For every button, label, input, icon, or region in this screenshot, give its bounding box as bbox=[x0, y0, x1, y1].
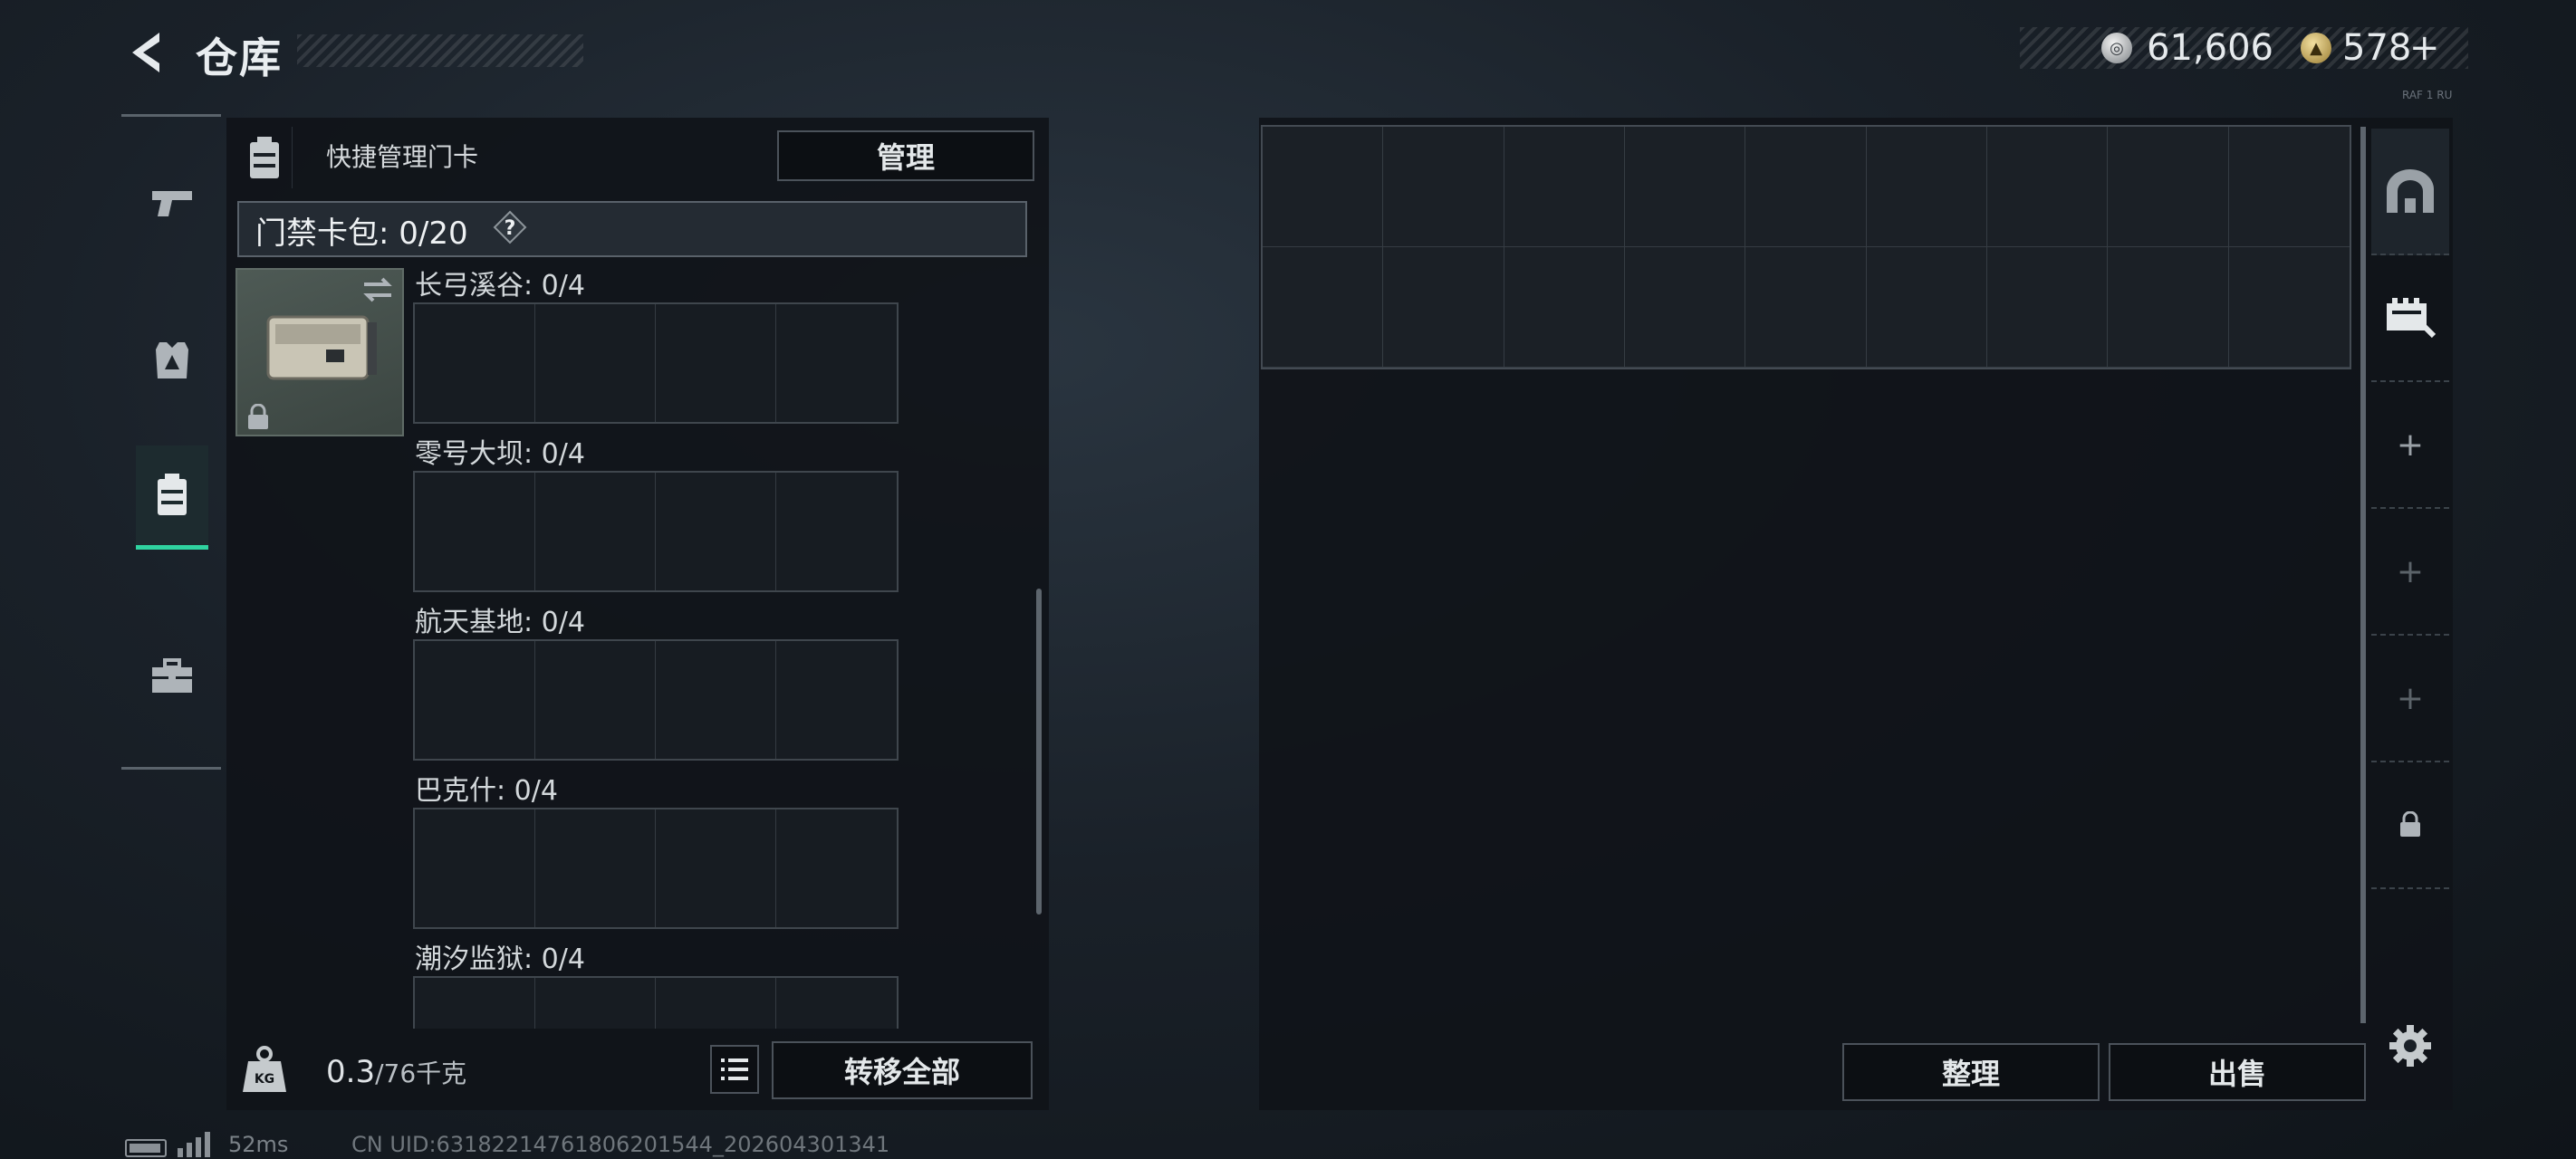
add-storage-tab-button[interactable]: + bbox=[2371, 509, 2449, 636]
swap-icon[interactable] bbox=[360, 273, 395, 306]
nav-item-keycards[interactable] bbox=[136, 445, 208, 550]
nav-item-weapons[interactable] bbox=[136, 154, 208, 254]
silver-coin-icon: ◎ bbox=[2101, 33, 2132, 63]
weight-readout: 0.3/76千克 bbox=[326, 1054, 466, 1090]
keycard-panel bbox=[226, 118, 1049, 1110]
sell-button[interactable]: 出售 bbox=[2109, 1043, 2366, 1101]
storage-tab-main[interactable] bbox=[2371, 129, 2449, 255]
gold-balance: 578 bbox=[2342, 27, 2412, 69]
lock-icon bbox=[2400, 811, 2420, 837]
list-view-button[interactable] bbox=[710, 1045, 759, 1094]
storage-grid[interactable] bbox=[1261, 125, 2351, 369]
pistol-icon bbox=[152, 191, 192, 216]
storage-expand-icon bbox=[2387, 298, 2437, 339]
keycard-slots[interactable] bbox=[413, 471, 899, 592]
help-label: ? bbox=[505, 217, 516, 240]
keycard-header-icon bbox=[237, 127, 293, 188]
tiny-label: RAF 1 RU bbox=[2402, 89, 2453, 101]
signal-icon bbox=[178, 1132, 210, 1157]
weight-icon-label: KG bbox=[255, 1072, 274, 1087]
storage-tab-expand[interactable] bbox=[2371, 255, 2449, 382]
title-decoration bbox=[297, 34, 583, 67]
help-icon[interactable]: ? bbox=[493, 210, 527, 244]
transfer-all-button[interactable]: 转移全部 bbox=[772, 1041, 1033, 1099]
keycard-slots[interactable] bbox=[413, 639, 899, 761]
nav-item-tools[interactable] bbox=[136, 627, 208, 726]
page-title: 仓库 bbox=[196, 34, 283, 82]
lock-icon[interactable] bbox=[246, 404, 270, 431]
storage-scrollbar[interactable] bbox=[2360, 127, 2366, 1023]
keycard-slots[interactable] bbox=[413, 976, 899, 1029]
section-label: 航天基地: 0/4 bbox=[415, 607, 585, 638]
quick-manage-label: 快捷管理门卡 bbox=[326, 142, 479, 172]
nav-item-armor[interactable] bbox=[136, 311, 208, 411]
keycard-slots[interactable] bbox=[413, 808, 899, 929]
sort-button[interactable]: 整理 bbox=[1842, 1043, 2100, 1101]
section-label: 巴克什: 0/4 bbox=[415, 775, 558, 807]
keycard-slots[interactable] bbox=[413, 302, 899, 424]
section-label: 潮汐监狱: 0/4 bbox=[415, 943, 585, 975]
locked-storage-tab[interactable] bbox=[2371, 762, 2449, 889]
add-storage-tab-button[interactable]: + bbox=[2371, 382, 2449, 509]
keycard-pack-count: 门禁卡包: 0/20 bbox=[255, 216, 468, 252]
ping-readout: 52ms bbox=[228, 1132, 289, 1157]
vest-icon bbox=[156, 342, 188, 378]
back-arrow-icon[interactable] bbox=[125, 29, 167, 76]
weight-current: 0.3 bbox=[326, 1054, 376, 1090]
toolbox-icon bbox=[152, 658, 192, 693]
gold-coin-icon: ▲ bbox=[2301, 33, 2331, 63]
keycard-case-icon bbox=[158, 474, 187, 515]
silver-balance: 61,606 bbox=[2147, 27, 2273, 69]
battery-icon bbox=[125, 1139, 167, 1157]
weight-icon: KG bbox=[243, 1046, 286, 1092]
gear-icon[interactable] bbox=[2388, 1023, 2433, 1068]
section-label: 长弓溪谷: 0/4 bbox=[415, 270, 585, 302]
manage-button[interactable]: 管理 bbox=[777, 130, 1034, 181]
section-label: 零号大坝: 0/4 bbox=[415, 438, 585, 470]
storage-arch-icon bbox=[2387, 169, 2434, 213]
user-id: CN UID:6318221476180620154​4_20260430134… bbox=[351, 1132, 890, 1157]
weight-max: /76千克 bbox=[375, 1058, 467, 1088]
keycard-scrollbar[interactable] bbox=[1036, 589, 1042, 915]
add-gold-button[interactable]: + bbox=[2409, 27, 2440, 69]
add-storage-tab-button[interactable]: + bbox=[2371, 636, 2449, 762]
